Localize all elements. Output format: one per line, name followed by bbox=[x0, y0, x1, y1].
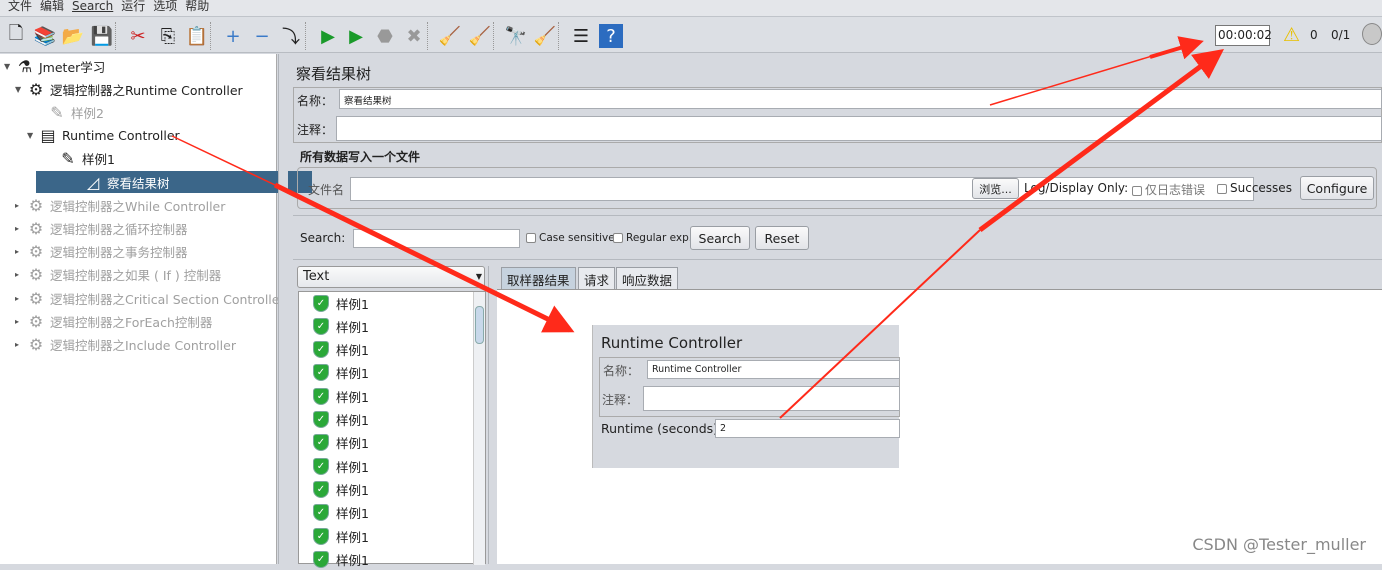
arrow-runtime-to-timer bbox=[779, 229, 981, 419]
watermark: CSDN @Tester_muller bbox=[1192, 535, 1366, 554]
annotation-arrows bbox=[171, 36, 1225, 419]
arrow-to-timer bbox=[1149, 36, 1204, 60]
arrow-to-inset bbox=[171, 135, 276, 186]
arrow-runtime-to-timer bbox=[978, 49, 1225, 233]
arrow-to-inset bbox=[273, 182, 575, 333]
